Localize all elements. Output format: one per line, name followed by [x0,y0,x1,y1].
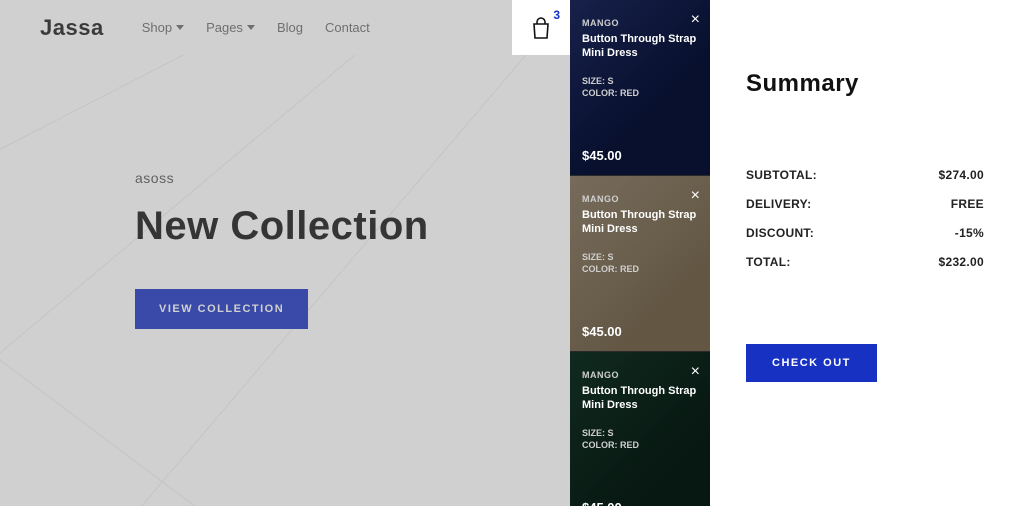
summary-value: -15% [955,226,984,240]
product-size: SIZE: S [582,75,698,88]
product-price: $45.00 [582,134,698,163]
nav-item-contact[interactable]: Contact [325,20,370,35]
nav-label-blog: Blog [277,20,303,35]
cart-item: × MANGO Button Through Strap Mini Dress … [570,0,710,176]
shopping-bag-icon [530,16,552,40]
product-title: Button Through Strap Mini Dress [582,384,698,413]
close-icon[interactable]: × [691,188,700,204]
product-price: $45.00 [582,310,698,339]
close-icon[interactable]: × [691,364,700,380]
summary-panel: Summary SUBTOTAL: $274.00 DELIVERY: FREE… [710,0,1024,506]
primary-nav: Shop Pages Blog Contact [142,20,370,35]
product-title: Button Through Strap Mini Dress [582,32,698,61]
close-icon[interactable]: × [691,12,700,28]
view-collection-button[interactable]: VIEW COLLECTION [135,289,308,329]
product-color: COLOR: RED [582,439,698,452]
summary-row-subtotal: SUBTOTAL: $274.00 [746,168,984,182]
cart-count-badge: 3 [553,8,560,22]
product-color: COLOR: RED [582,263,698,276]
hero-title: New Collection [135,204,429,249]
summary-row-discount: DISCOUNT: -15% [746,226,984,240]
nav-item-pages[interactable]: Pages [206,20,255,35]
cart-item: × MANGO Button Through Strap Mini Dress … [570,176,710,352]
nav-item-blog[interactable]: Blog [277,20,303,35]
brand-logo[interactable]: Jassa [40,15,104,41]
product-price: $45.00 [582,486,698,506]
nav-label-contact: Contact [325,20,370,35]
product-brand: MANGO [582,194,698,204]
hero-subtitle: asoss [135,170,429,186]
summary-value: $232.00 [939,255,984,269]
hero: asoss New Collection VIEW COLLECTION [135,170,429,329]
product-size: SIZE: S [582,251,698,264]
cart-item: × MANGO Button Through Strap Mini Dress … [570,352,710,506]
summary-row-delivery: DELIVERY: FREE [746,197,984,211]
product-title: Button Through Strap Mini Dress [582,208,698,237]
product-brand: MANGO [582,18,698,28]
chevron-down-icon [247,25,255,30]
summary-title: Summary [746,70,984,98]
summary-label: TOTAL: [746,255,791,269]
product-color: COLOR: RED [582,87,698,100]
summary-label: DISCOUNT: [746,226,814,240]
chevron-down-icon [176,25,184,30]
checkout-button[interactable]: CHECK OUT [746,344,877,382]
product-brand: MANGO [582,370,698,380]
product-size: SIZE: S [582,427,698,440]
summary-value: FREE [951,197,984,211]
nav-label-shop: Shop [142,20,172,35]
cart-button[interactable]: 3 [512,0,570,55]
nav-label-pages: Pages [206,20,243,35]
summary-label: SUBTOTAL: [746,168,817,182]
nav-item-shop[interactable]: Shop [142,20,184,35]
cart-items-panel[interactable]: × MANGO Button Through Strap Mini Dress … [570,0,710,506]
summary-row-total: TOTAL: $232.00 [746,255,984,269]
summary-label: DELIVERY: [746,197,811,211]
summary-value: $274.00 [939,168,984,182]
